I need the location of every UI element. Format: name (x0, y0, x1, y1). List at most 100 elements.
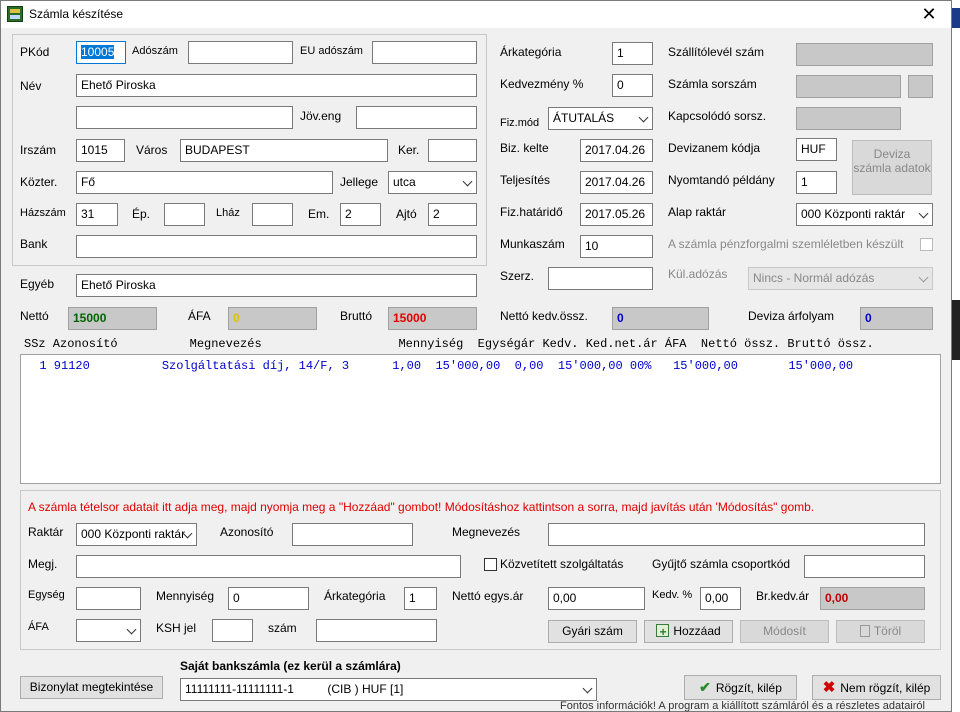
hazszam-input[interactable]: 31 (76, 203, 118, 226)
item-azonosito-input[interactable] (292, 523, 413, 546)
item-szam-input[interactable] (316, 619, 437, 642)
item-megj-input[interactable] (76, 555, 461, 578)
fizhatarido-input[interactable]: 2017.05.26 (580, 203, 653, 226)
bizonylat-button[interactable]: Bizonylat megtekintése (20, 676, 163, 699)
background-window-edge (952, 0, 960, 712)
em-input[interactable]: 2 (340, 203, 381, 226)
kuladozas-value: Nincs - Normál adózás (753, 271, 875, 285)
egyeb-label: Egyéb (20, 277, 55, 291)
lhaz-input[interactable] (252, 203, 293, 226)
modosit-button[interactable]: Módosít (740, 620, 829, 643)
kozvetitett-checkbox[interactable] (484, 558, 497, 571)
gyujto-input[interactable] (804, 555, 925, 578)
arkategoria-label: Árkategória (500, 45, 562, 59)
table-row[interactable]: 1 91120 Szolgáltatási díj, 14/F, 3 1,00 … (25, 359, 853, 373)
hozzaad-button[interactable]: Hozzáad (644, 620, 733, 643)
jellege-select[interactable]: utca (388, 171, 477, 194)
bank-input[interactable] (76, 235, 477, 258)
egyeb-input[interactable]: Ehető Piroska (76, 274, 477, 297)
irszam-input[interactable]: 1015 (76, 139, 125, 162)
item-nettoegys-input[interactable]: 0,00 (548, 587, 645, 610)
items-grid[interactable]: 1 91120 Szolgáltatási díj, 14/F, 3 1,00 … (20, 354, 941, 484)
arkategoria-input[interactable]: 1 (612, 42, 653, 65)
item-azonosito-label: Azonosító (220, 525, 274, 539)
chevron-down-icon (462, 176, 473, 187)
fizmod-value: ÁTUTALÁS (553, 111, 615, 125)
ep-input[interactable] (164, 203, 205, 226)
nev-input[interactable]: Ehető Piroska (76, 74, 477, 97)
kozter-input[interactable]: Fő (76, 171, 333, 194)
ker-input[interactable] (428, 139, 477, 162)
nyomtando-input[interactable]: 1 (796, 171, 837, 194)
close-icon[interactable]: ✕ (907, 1, 951, 28)
chevron-down-icon (582, 683, 593, 694)
gyujto-label: Gyűjtő számla csoportkód (652, 557, 791, 571)
eu-adoszam-input[interactable] (372, 41, 477, 64)
chevron-down-icon (918, 208, 929, 219)
fizmod-label: Fiz.mód (500, 117, 540, 129)
deviza-szamla-button[interactable]: Deviza számla adatok (852, 140, 932, 195)
nem-rogzit-label: Nem rögzít, kilép (840, 681, 931, 695)
item-hint-text: A számla tételsor adatait itt adja meg, … (28, 500, 815, 514)
item-kedv-input[interactable]: 0,00 (700, 587, 741, 610)
ep-label: Ép. (132, 207, 151, 221)
irszam-label: Irszám (20, 143, 56, 157)
brutto-value: 15000 (388, 307, 477, 330)
pkod-input[interactable]: 10005 (76, 41, 126, 64)
gyari-szam-button[interactable]: Gyári szám (548, 620, 637, 643)
szallitolevel-input (796, 43, 933, 66)
sajat-bankszamla-label: Saját bankszámla (ez kerül a számlára) (180, 659, 401, 673)
eu-adoszam-label: EU adószám (300, 45, 363, 57)
varos-label: Város (136, 143, 168, 157)
nev2-input[interactable] (76, 106, 293, 129)
pkod-value: 10005 (81, 45, 115, 59)
invoice-dialog: Számla készítése ✕ PKód 10005 Adószám EU… (0, 0, 952, 712)
item-ksh-label: KSH jel (156, 621, 197, 635)
item-brkedv-label: Br.kedv.ár (756, 589, 810, 603)
item-raktar-select[interactable]: 000 Központi raktár (76, 523, 197, 546)
bizkelte-input[interactable]: 2017.04.26 (580, 139, 653, 162)
deviza-szamla-label: Deviza számla adatok (853, 147, 931, 175)
add-icon (656, 622, 670, 643)
item-megnevezes-label: Megnevezés (452, 525, 521, 539)
nyomtando-label: Nyomtandó példány (668, 173, 775, 187)
alap-raktar-select[interactable]: 000 Központi raktár (796, 203, 933, 226)
ajto-input[interactable]: 2 (428, 203, 477, 226)
item-arkategoria-input[interactable]: 1 (404, 587, 437, 610)
kedvezmeny-input[interactable]: 0 (612, 74, 653, 97)
torol-button[interactable]: Töröl (836, 620, 925, 643)
teljesites-input[interactable]: 2017.04.26 (580, 171, 653, 194)
fizmod-select[interactable]: ÁTUTALÁS (548, 107, 653, 130)
item-mennyiseg-input[interactable]: 0 (228, 587, 309, 610)
rogzit-button[interactable]: ✔ Rögzít, kilép (684, 675, 797, 700)
netto-value: 15000 (68, 307, 157, 330)
item-megj-label: Megj. (28, 557, 58, 571)
devizanem-input[interactable]: HUF (796, 138, 837, 161)
bank-label: Bank (20, 237, 48, 251)
nem-rogzit-button[interactable]: ✖ Nem rögzít, kilép (812, 675, 941, 700)
joveng-input[interactable] (356, 106, 477, 129)
penzforgalmi-checkbox[interactable] (920, 238, 933, 251)
nev-label: Név (20, 79, 42, 93)
bizkelte-label: Biz. kelte (500, 141, 549, 155)
munkaszam-label: Munkaszám (500, 237, 565, 251)
chevron-down-icon (918, 272, 929, 283)
gyari-szam-label: Gyári szám (562, 624, 623, 638)
kuladozas-select[interactable]: Nincs - Normál adózás (748, 267, 933, 290)
afa-total-value: 0 (228, 307, 317, 330)
item-egyseg-label: Egység (28, 589, 65, 601)
item-ksh-input[interactable] (212, 619, 253, 642)
sajat-bankszamla-select[interactable]: 11111111-11111111-1 (CIB ) HUF [1] (180, 678, 597, 701)
szerz-input[interactable] (548, 267, 653, 290)
kapcsolodo-label: Kapcsolódó sorsz. (668, 109, 767, 123)
varos-input[interactable]: BUDAPEST (180, 139, 388, 162)
item-afa-label: ÁFA (28, 621, 49, 633)
item-afa-select[interactable] (76, 619, 141, 642)
kuladozas-label: Kül.adózás (668, 267, 728, 281)
munkaszam-input[interactable]: 10 (580, 235, 653, 258)
netto-label: Nettó (20, 309, 49, 323)
item-egyseg-input[interactable] (76, 587, 141, 610)
adoszam-input[interactable] (188, 41, 293, 64)
item-megnevezes-input[interactable] (548, 523, 925, 546)
jellege-value: utca (393, 175, 416, 189)
